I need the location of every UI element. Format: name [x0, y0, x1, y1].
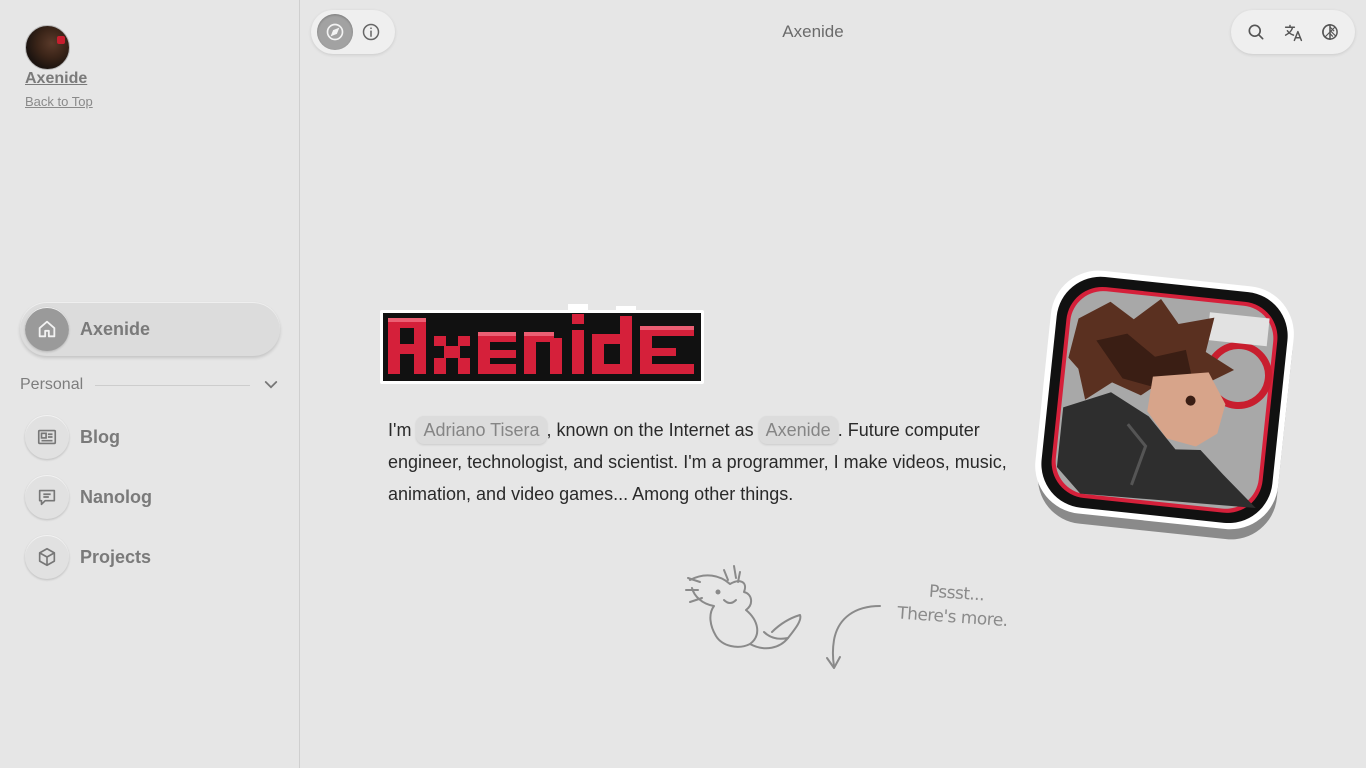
- view-switcher: [311, 10, 395, 54]
- blog-icon: [25, 415, 69, 459]
- sidebar-item-label: Blog: [80, 426, 120, 447]
- section-personal-header[interactable]: Personal: [20, 376, 280, 394]
- sidebar: Axenide Back to Top Axenide Personal Blo…: [0, 0, 300, 768]
- sidebar-item-label: Nanolog: [80, 486, 152, 507]
- sidebar-item-projects[interactable]: Projects: [25, 535, 280, 579]
- profile-portrait: [1035, 270, 1294, 540]
- intro-text: I'm: [388, 420, 417, 440]
- intro-paragraph: I'm Adriano Tisera, known on the Interne…: [388, 414, 1008, 510]
- sidebar-item-blog[interactable]: Blog: [25, 415, 280, 459]
- home-icon: [25, 307, 69, 351]
- intro-text: , known on the Internet as: [546, 420, 759, 440]
- box-icon: [25, 535, 69, 579]
- toolbar: [1231, 10, 1355, 54]
- theme-button[interactable]: [1317, 14, 1343, 50]
- compass-icon: [326, 23, 344, 41]
- divider: [95, 384, 250, 386]
- name-chip: Adriano Tisera: [416, 416, 547, 444]
- scroll-hint: Pssst... There's more.: [896, 578, 1029, 635]
- chevron-down-icon[interactable]: [262, 376, 280, 394]
- page-title: Axenide: [782, 22, 844, 41]
- sidebar-item-label: Projects: [80, 546, 152, 567]
- back-to-top-link[interactable]: Back to Top: [25, 94, 93, 109]
- sidebar-item-nanolog[interactable]: Nanolog: [25, 475, 280, 519]
- theme-icon: [1322, 24, 1338, 40]
- alias-chip: Axenide: [758, 416, 838, 444]
- translate-icon: [1284, 24, 1302, 41]
- info-button[interactable]: [353, 14, 389, 50]
- compass-button[interactable]: [317, 14, 353, 50]
- sidebar-item-label: Axenide: [80, 318, 151, 339]
- avatar[interactable]: [25, 25, 70, 70]
- message-icon: [25, 475, 69, 519]
- search-icon: [1248, 24, 1264, 40]
- translate-button[interactable]: [1280, 14, 1306, 50]
- info-icon: [362, 23, 380, 41]
- profile-name-link[interactable]: Axenide: [25, 70, 93, 88]
- section-title: Personal: [20, 376, 84, 393]
- sidebar-item-home[interactable]: Axenide: [20, 302, 280, 356]
- site-logo: [380, 304, 704, 384]
- search-button[interactable]: [1243, 14, 1269, 50]
- profile: Axenide Back to Top: [25, 25, 93, 109]
